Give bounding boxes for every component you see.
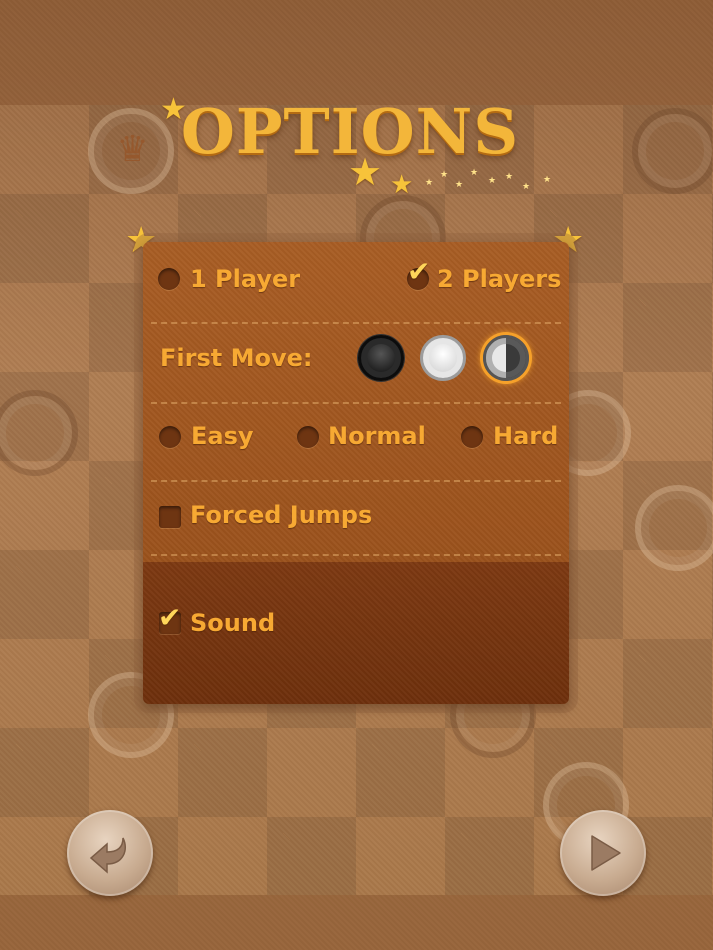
one-player-option[interactable]: 1 Player bbox=[155, 262, 335, 302]
sparkle-icon: ★ bbox=[543, 175, 552, 185]
forced-jumps-option[interactable]: Forced Jumps bbox=[157, 500, 417, 540]
sound-option[interactable]: ✔ Sound bbox=[157, 604, 357, 648]
star-icon: ★ bbox=[160, 92, 187, 127]
options-panel: 1 Player ✔ 2 Players First Move: Easy No… bbox=[143, 242, 569, 704]
forced-jumps-label: Forced Jumps bbox=[190, 501, 373, 529]
normal-label: Normal bbox=[328, 422, 426, 450]
normal-option[interactable]: Normal bbox=[295, 420, 435, 460]
two-players-option[interactable]: ✔ 2 Players bbox=[401, 258, 562, 302]
easy-radio[interactable] bbox=[159, 426, 181, 448]
sparkle-icon: ★ bbox=[488, 176, 497, 186]
sparkle-icon: ★ bbox=[470, 168, 479, 178]
background-piece bbox=[632, 108, 713, 194]
forced-jumps-row: Forced Jumps bbox=[143, 480, 569, 560]
difficulty-row: Easy Normal Hard bbox=[143, 402, 569, 482]
play-arrow-icon bbox=[591, 835, 621, 871]
star-icon: ★ bbox=[348, 150, 383, 194]
one-player-radio[interactable] bbox=[158, 268, 180, 290]
players-row: 1 Player ✔ 2 Players bbox=[143, 242, 569, 322]
normal-radio[interactable] bbox=[297, 426, 319, 448]
first-move-label: First Move: bbox=[160, 344, 313, 372]
sparkle-icon: ★ bbox=[522, 182, 531, 192]
board-bottom-band bbox=[0, 895, 713, 950]
random-piece-button[interactable] bbox=[483, 335, 529, 381]
black-piece-button[interactable] bbox=[358, 335, 404, 381]
white-piece-button[interactable] bbox=[420, 335, 466, 381]
stitch-divider bbox=[151, 554, 561, 556]
one-player-label: 1 Player bbox=[190, 265, 301, 293]
sparkle-icon: ★ bbox=[505, 172, 514, 182]
background-piece bbox=[635, 485, 713, 571]
checkmark-icon: ✔ bbox=[158, 601, 182, 634]
sound-row: ✔ Sound bbox=[143, 590, 569, 670]
easy-label: Easy bbox=[191, 422, 254, 450]
crown-icon: ♛ bbox=[116, 129, 149, 170]
sparkle-icon: ★ bbox=[455, 180, 464, 190]
star-icon: ★ bbox=[390, 170, 414, 200]
back-arrow-icon bbox=[89, 837, 127, 874]
back-button[interactable] bbox=[67, 810, 153, 896]
board-top-band bbox=[0, 0, 713, 105]
sound-label: Sound bbox=[190, 609, 276, 637]
hard-label: Hard bbox=[493, 422, 559, 450]
hard-option[interactable]: Hard bbox=[459, 420, 563, 460]
sparkle-icon: ★ bbox=[440, 170, 449, 180]
two-players-label: 2 Players bbox=[437, 265, 562, 293]
forced-jumps-checkbox[interactable] bbox=[159, 506, 181, 528]
checkmark-icon: ✔ bbox=[407, 255, 431, 288]
first-move-row: First Move: bbox=[143, 322, 569, 402]
next-button[interactable] bbox=[560, 810, 646, 896]
easy-option[interactable]: Easy bbox=[157, 420, 277, 460]
hard-radio[interactable] bbox=[461, 426, 483, 448]
sparkle-icon: ★ bbox=[425, 178, 434, 188]
